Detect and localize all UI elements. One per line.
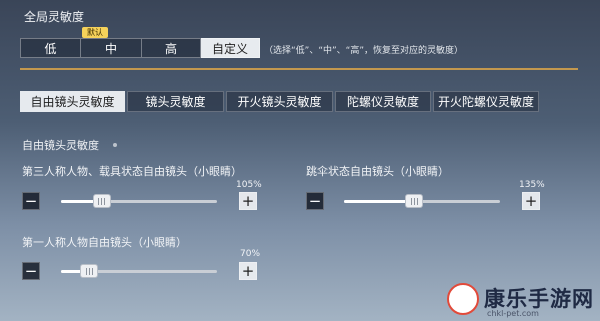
- watermark-logo-icon: [447, 283, 479, 315]
- increase-third-person-button[interactable]: +: [239, 192, 257, 210]
- slider-label-parachute: 跳伞状态自由镜头（小眼睛）: [306, 165, 449, 178]
- global-sensitivity-title: 全局灵敏度: [24, 10, 85, 24]
- tab-free-look-sensitivity[interactable]: 自由镜头灵敏度: [20, 91, 125, 112]
- decrease-parachute-button[interactable]: −: [306, 192, 324, 210]
- tab-fire-gyroscope-sensitivity[interactable]: 开火陀螺仪灵敏度: [433, 91, 539, 112]
- section-divider: [20, 68, 578, 70]
- slider-value-third-person: 105%: [236, 180, 262, 190]
- decrease-first-person-button[interactable]: −: [22, 262, 40, 280]
- slider-value-parachute: 135%: [519, 180, 545, 190]
- increase-first-person-button[interactable]: +: [239, 262, 257, 280]
- level-custom-button[interactable]: 自定义: [201, 38, 260, 58]
- tab-fire-camera-sensitivity[interactable]: 开火镜头灵敏度: [226, 91, 333, 112]
- level-hint-text: （选择“低”、“中”、“高”，恢复至对应的灵敏度）: [264, 46, 463, 56]
- tab-gyroscope-sensitivity[interactable]: 陀螺仪灵敏度: [335, 91, 431, 112]
- slider-label-first-person: 第一人称人物自由镜头（小眼睛）: [22, 236, 187, 249]
- slider-track-third-person[interactable]: [61, 200, 217, 203]
- level-high-button[interactable]: 高: [142, 38, 201, 58]
- level-medium-button[interactable]: 中: [81, 38, 142, 58]
- tab-camera-sensitivity[interactable]: 镜头灵敏度: [127, 91, 224, 112]
- slider-thumb-third-person[interactable]: [92, 194, 111, 208]
- free-look-section-title: 自由镜头灵敏度: [22, 139, 99, 152]
- slider-thumb-parachute[interactable]: [405, 194, 424, 208]
- slider-label-third-person: 第三人称人物、载具状态自由镜头（小眼睛）: [22, 165, 242, 178]
- level-low-button[interactable]: 低: [20, 38, 81, 58]
- slider-fill-parachute: [344, 200, 415, 203]
- slider-value-first-person: 70%: [240, 249, 261, 259]
- default-badge: 默认: [82, 27, 108, 38]
- slider-thumb-first-person[interactable]: [80, 264, 99, 278]
- sensitivity-level-selector: 低 中 高 自定义: [20, 38, 260, 58]
- section-title-dot: [113, 143, 117, 147]
- decrease-third-person-button[interactable]: −: [22, 192, 40, 210]
- increase-parachute-button[interactable]: +: [522, 192, 540, 210]
- watermark-url: chkl-pet.com: [487, 309, 539, 318]
